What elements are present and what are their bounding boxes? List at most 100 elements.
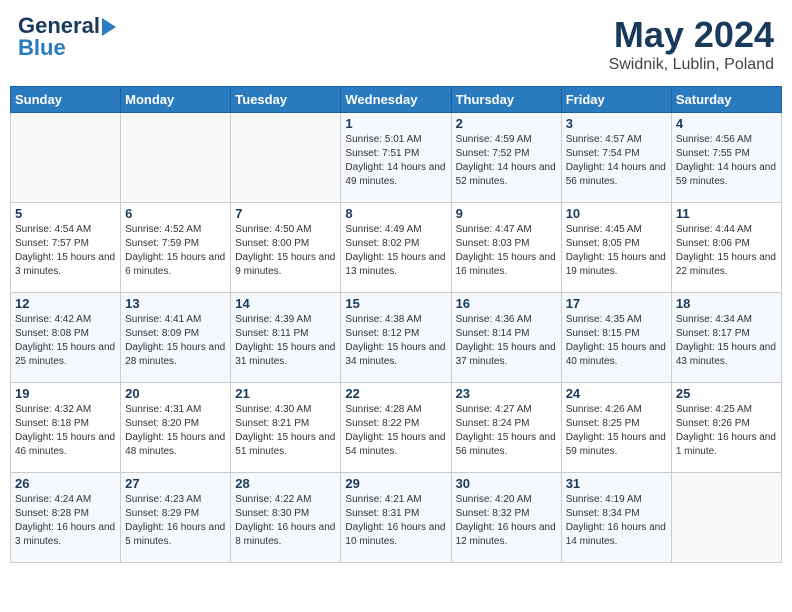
table-row	[11, 113, 121, 203]
day-number: 18	[676, 296, 777, 311]
table-row: 6 Sunrise: 4:52 AMSunset: 7:59 PMDaylight…	[121, 203, 231, 293]
table-row: 15Sunrise: 4:38 AMSunset: 8:12 PMDayligh…	[341, 293, 451, 383]
table-row: 24 Sunrise: 4:26 AMSunset: 8:25 PMDayligh…	[561, 383, 671, 473]
day-number: 31	[566, 476, 667, 491]
day-number: 23	[456, 386, 557, 401]
day-number: 21	[235, 386, 336, 401]
day-detail: Sunrise: 4:24 AMSunset: 8:28 PMDaylight:…	[15, 493, 116, 549]
day-detail: Sunrise: 4:42 AMSunset: 8:08 PMDaylight:…	[15, 313, 116, 369]
header-sunday: Sunday	[11, 87, 121, 113]
day-number: 24	[566, 386, 667, 401]
day-number: 10	[566, 206, 667, 221]
day-number: 29	[345, 476, 446, 491]
table-row: 7 Sunrise: 4:50 AMSunset: 8:00 PMDaylight…	[231, 203, 341, 293]
day-number: 15	[345, 296, 446, 311]
table-row: 14Sunrise: 4:39 AMSunset: 8:11 PMDayligh…	[231, 293, 341, 383]
table-row	[671, 473, 781, 563]
day-number: 3	[566, 116, 667, 131]
day-detail: Sunrise: 4:50 AMSunset: 8:00 PMDaylight:…	[235, 223, 336, 279]
day-detail: Sunrise: 4:52 AMSunset: 7:59 PMDaylight:…	[125, 223, 226, 279]
logo: General Blue	[18, 14, 116, 60]
day-detail: Sunrise: 4:20 AMSunset: 8:32 PMDaylight:…	[456, 493, 557, 549]
table-row: 27 Sunrise: 4:23 AMSunset: 8:29 PMDayligh…	[121, 473, 231, 563]
day-detail: Sunrise: 4:19 AMSunset: 8:34 PMDaylight:…	[566, 493, 667, 549]
calendar-week-row: 26Sunrise: 4:24 AMSunset: 8:28 PMDayligh…	[11, 473, 782, 563]
table-row: 29 Sunrise: 4:21 AMSunset: 8:31 PMDayligh…	[341, 473, 451, 563]
day-number: 12	[15, 296, 116, 311]
day-detail: Sunrise: 4:57 AMSunset: 7:54 PMDaylight:…	[566, 133, 667, 189]
day-number: 28	[235, 476, 336, 491]
day-number: 2	[456, 116, 557, 131]
day-detail: Sunrise: 4:47 AMSunset: 8:03 PMDaylight:…	[456, 223, 557, 279]
day-detail: Sunrise: 4:21 AMSunset: 8:31 PMDaylight:…	[345, 493, 446, 549]
calendar-table: Sunday Monday Tuesday Wednesday Thursday…	[10, 86, 782, 563]
calendar-week-row: 12 Sunrise: 4:42 AMSunset: 8:08 PMDayligh…	[11, 293, 782, 383]
title-block: May 2024 Swidnik, Lublin, Poland	[609, 14, 774, 74]
header-thursday: Thursday	[451, 87, 561, 113]
day-detail: Sunrise: 4:49 AMSunset: 8:02 PMDaylight:…	[345, 223, 446, 279]
day-number: 27	[125, 476, 226, 491]
day-detail: Sunrise: 4:23 AMSunset: 8:29 PMDaylight:…	[125, 493, 226, 549]
table-row: 10Sunrise: 4:45 AMSunset: 8:05 PMDayligh…	[561, 203, 671, 293]
day-detail: Sunrise: 4:31 AMSunset: 8:20 PMDaylight:…	[125, 403, 226, 459]
logo-arrow-icon	[102, 18, 116, 36]
day-number: 1	[345, 116, 446, 131]
day-number: 19	[15, 386, 116, 401]
day-detail: Sunrise: 4:27 AMSunset: 8:24 PMDaylight:…	[456, 403, 557, 459]
day-detail: Sunrise: 4:54 AMSunset: 7:57 PMDaylight:…	[15, 223, 116, 279]
month-title: May 2024	[609, 14, 774, 56]
table-row: 11Sunrise: 4:44 AMSunset: 8:06 PMDayligh…	[671, 203, 781, 293]
calendar-week-row: 1 Sunrise: 5:01 AMSunset: 7:51 PMDaylight…	[11, 113, 782, 203]
table-row: 8Sunrise: 4:49 AMSunset: 8:02 PMDaylight…	[341, 203, 451, 293]
day-number: 7	[235, 206, 336, 221]
table-row: 25Sunrise: 4:25 AMSunset: 8:26 PMDayligh…	[671, 383, 781, 473]
day-number: 17	[566, 296, 667, 311]
calendar-header-row: Sunday Monday Tuesday Wednesday Thursday…	[11, 87, 782, 113]
table-row: 13 Sunrise: 4:41 AMSunset: 8:09 PMDayligh…	[121, 293, 231, 383]
day-detail: Sunrise: 4:35 AMSunset: 8:15 PMDaylight:…	[566, 313, 667, 369]
day-number: 22	[345, 386, 446, 401]
table-row: 4 Sunrise: 4:56 AMSunset: 7:55 PMDaylight…	[671, 113, 781, 203]
header-wednesday: Wednesday	[341, 87, 451, 113]
header-friday: Friday	[561, 87, 671, 113]
table-row: 28Sunrise: 4:22 AMSunset: 8:30 PMDayligh…	[231, 473, 341, 563]
day-detail: Sunrise: 4:28 AMSunset: 8:22 PMDaylight:…	[345, 403, 446, 459]
day-detail: Sunrise: 4:36 AMSunset: 8:14 PMDaylight:…	[456, 313, 557, 369]
day-number: 11	[676, 206, 777, 221]
calendar-week-row: 19 Sunrise: 4:32 AMSunset: 8:18 PMDayligh…	[11, 383, 782, 473]
table-row: 2 Sunrise: 4:59 AMSunset: 7:52 PMDaylight…	[451, 113, 561, 203]
day-detail: Sunrise: 4:59 AMSunset: 7:52 PMDaylight:…	[456, 133, 557, 189]
day-detail: Sunrise: 4:41 AMSunset: 8:09 PMDaylight:…	[125, 313, 226, 369]
day-number: 4	[676, 116, 777, 131]
day-detail: Sunrise: 4:56 AMSunset: 7:55 PMDaylight:…	[676, 133, 777, 189]
day-detail: Sunrise: 4:30 AMSunset: 8:21 PMDaylight:…	[235, 403, 336, 459]
table-row: 21 Sunrise: 4:30 AMSunset: 8:21 PMDayligh…	[231, 383, 341, 473]
day-detail: Sunrise: 4:26 AMSunset: 8:25 PMDaylight:…	[566, 403, 667, 459]
table-row: 30 Sunrise: 4:20 AMSunset: 8:32 PMDayligh…	[451, 473, 561, 563]
day-detail: Sunrise: 4:39 AMSunset: 8:11 PMDaylight:…	[235, 313, 336, 369]
day-detail: Sunrise: 5:01 AMSunset: 7:51 PMDaylight:…	[345, 133, 446, 189]
table-row: 17 Sunrise: 4:35 AMSunset: 8:15 PMDayligh…	[561, 293, 671, 383]
table-row: 12 Sunrise: 4:42 AMSunset: 8:08 PMDayligh…	[11, 293, 121, 383]
header-saturday: Saturday	[671, 87, 781, 113]
day-number: 6	[125, 206, 226, 221]
day-detail: Sunrise: 4:34 AMSunset: 8:17 PMDaylight:…	[676, 313, 777, 369]
location-title: Swidnik, Lublin, Poland	[609, 56, 774, 74]
day-number: 30	[456, 476, 557, 491]
day-number: 13	[125, 296, 226, 311]
table-row: 26Sunrise: 4:24 AMSunset: 8:28 PMDayligh…	[11, 473, 121, 563]
table-row	[231, 113, 341, 203]
header-tuesday: Tuesday	[231, 87, 341, 113]
page-header: General Blue May 2024 Swidnik, Lublin, P…	[10, 10, 782, 78]
table-row: 16 Sunrise: 4:36 AMSunset: 8:14 PMDayligh…	[451, 293, 561, 383]
logo-blue-text: Blue	[18, 36, 66, 60]
table-row: 23 Sunrise: 4:27 AMSunset: 8:24 PMDayligh…	[451, 383, 561, 473]
table-row: 31 Sunrise: 4:19 AMSunset: 8:34 PMDayligh…	[561, 473, 671, 563]
table-row: 20 Sunrise: 4:31 AMSunset: 8:20 PMDayligh…	[121, 383, 231, 473]
calendar-week-row: 5Sunrise: 4:54 AMSunset: 7:57 PMDaylight…	[11, 203, 782, 293]
day-detail: Sunrise: 4:25 AMSunset: 8:26 PMDaylight:…	[676, 403, 777, 459]
day-number: 20	[125, 386, 226, 401]
day-detail: Sunrise: 4:32 AMSunset: 8:18 PMDaylight:…	[15, 403, 116, 459]
table-row: 1 Sunrise: 5:01 AMSunset: 7:51 PMDaylight…	[341, 113, 451, 203]
day-number: 16	[456, 296, 557, 311]
